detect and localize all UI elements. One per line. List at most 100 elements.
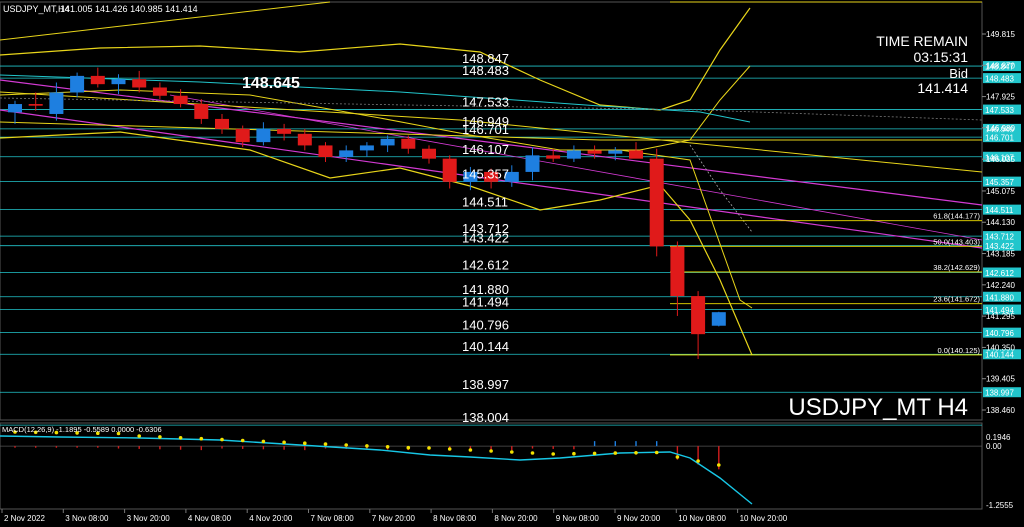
- candle-body: [318, 145, 333, 158]
- chart-header-ohlc: 141.005 141.426 140.985 141.414: [60, 4, 198, 14]
- level-price-tag-text: 148.483: [985, 75, 1014, 84]
- level-label: 140.796: [462, 318, 509, 333]
- price-tick-label: 148.870: [986, 61, 1015, 70]
- fibo-level-label: 50.0(143.403): [933, 237, 980, 246]
- price-tick-label: 139.405: [986, 375, 1015, 384]
- candle-body: [70, 75, 85, 93]
- candle-body: [691, 296, 706, 335]
- candle-body: [401, 138, 416, 149]
- macd-dot: [365, 444, 369, 448]
- time-tick-label: 7 Nov 08:00: [311, 514, 355, 523]
- candle-body: [132, 79, 147, 88]
- level-price-tag-text: 144.511: [985, 206, 1014, 215]
- macd-dot: [654, 450, 659, 455]
- level-price-tag-text: 147.533: [985, 106, 1014, 115]
- candle-body: [380, 138, 395, 146]
- candle-body: [215, 118, 229, 129]
- fibo-level-label: 61.8(144.177): [933, 212, 980, 221]
- macd-dot: [158, 435, 162, 439]
- candle-body: [152, 87, 167, 96]
- time-tick-label: 7 Nov 20:00: [372, 514, 416, 523]
- time-tick-label: 2 Nov 2022: [4, 514, 45, 523]
- macd-dot: [261, 439, 266, 444]
- macd-dot: [510, 450, 514, 454]
- symbol-watermark: USDJPY_MT H4: [788, 394, 968, 421]
- candle-body: [256, 128, 271, 143]
- macd-dot: [406, 445, 411, 450]
- candle-body: [670, 246, 685, 297]
- candle-body: [711, 312, 726, 326]
- level-label: 144.511: [462, 195, 508, 210]
- candle-body: [608, 150, 623, 154]
- price-chart[interactable]: 61.8(144.177) 50.0(143.403) 38.2(142.629) 2…: [0, 0, 1024, 527]
- candle-body: [566, 150, 581, 159]
- level-label: 140.144: [462, 339, 509, 354]
- fibo-level-label: 0.0(140.125): [937, 346, 980, 355]
- level-label: 147.533: [462, 95, 509, 110]
- highlight-level-label: 148.645: [242, 75, 300, 92]
- candle-body: [629, 150, 643, 159]
- fibo-level-label: 23.6(141.672): [933, 295, 980, 304]
- macd-dot: [344, 443, 349, 447]
- level-label: 146.107: [462, 142, 509, 157]
- macd-dot: [675, 455, 680, 459]
- candle-body: [359, 145, 374, 151]
- fibo-level-label: 38.2(142.629): [933, 263, 980, 272]
- candle-body: [339, 150, 354, 158]
- level-label: 143.422: [462, 231, 509, 246]
- price-tick-label: 146.980: [986, 124, 1015, 133]
- macd-tick-label: 0.1946: [986, 433, 1011, 442]
- macd-dot: [303, 441, 307, 446]
- macd-dot: [696, 459, 700, 463]
- price-tick-label: 138.460: [986, 406, 1015, 415]
- bid-value: 141.414: [917, 80, 968, 96]
- level-price-tag-text: 141.880: [985, 293, 1014, 302]
- macd-dot: [592, 451, 597, 456]
- macd-dot: [634, 451, 638, 455]
- macd-dot: [385, 445, 390, 449]
- macd-dot: [572, 451, 576, 456]
- macd-dot: [199, 436, 204, 441]
- bid-label: Bid: [949, 66, 968, 81]
- level-price-tag-text: 142.612: [985, 269, 1014, 278]
- time-tick-label: 3 Nov 08:00: [65, 514, 109, 523]
- time-tick-label: 8 Nov 20:00: [494, 514, 538, 523]
- time-tick-label: 10 Nov 08:00: [678, 514, 726, 523]
- price-tick-label: 149.815: [986, 30, 1015, 39]
- macd-dot: [551, 452, 555, 456]
- macd-dot: [468, 448, 473, 452]
- level-price-tag-text: 145.357: [985, 178, 1014, 187]
- macd-dot: [447, 447, 452, 451]
- macd-dot: [613, 451, 618, 455]
- level-label: 146.701: [462, 122, 509, 137]
- macd-label: MACD(12,26,9) -1.1895 -0.5589 0.0000 -0.…: [2, 425, 162, 434]
- level-label: 141.494: [462, 295, 509, 310]
- candle-body: [194, 104, 209, 119]
- candle-body: [442, 158, 457, 182]
- macd-dot: [717, 463, 721, 467]
- macd-tick-label: 0.00: [986, 442, 1002, 451]
- macd-dot: [220, 437, 224, 442]
- candle-body: [525, 155, 540, 172]
- macd-tick-label: -1.2555: [986, 501, 1014, 510]
- level-label: 138.997: [462, 377, 509, 392]
- level-price-tag-text: 143.712: [985, 233, 1014, 242]
- time-remain-label: TIME REMAIN: [876, 33, 968, 49]
- level-label: 145.357: [462, 167, 509, 182]
- level-price-tag-text: 140.796: [985, 329, 1014, 338]
- level-price-tag-text: 138.997: [985, 389, 1014, 398]
- time-tick-label: 4 Nov 20:00: [249, 514, 293, 523]
- candle-body: [49, 92, 64, 114]
- candle-body: [90, 75, 105, 85]
- candle-body: [28, 104, 43, 106]
- price-tick-label: 147.925: [986, 93, 1015, 102]
- macd-dot: [178, 436, 183, 440]
- price-tick-label: 143.185: [986, 250, 1015, 259]
- candle-body: [587, 150, 602, 154]
- level-label: 142.612: [462, 258, 509, 273]
- time-tick-label: 8 Nov 08:00: [433, 514, 477, 523]
- macd-dot: [137, 434, 141, 438]
- price-tick-label: 141.295: [986, 312, 1015, 321]
- time-tick-label: 3 Nov 20:00: [127, 514, 171, 523]
- macd-dot: [240, 438, 245, 443]
